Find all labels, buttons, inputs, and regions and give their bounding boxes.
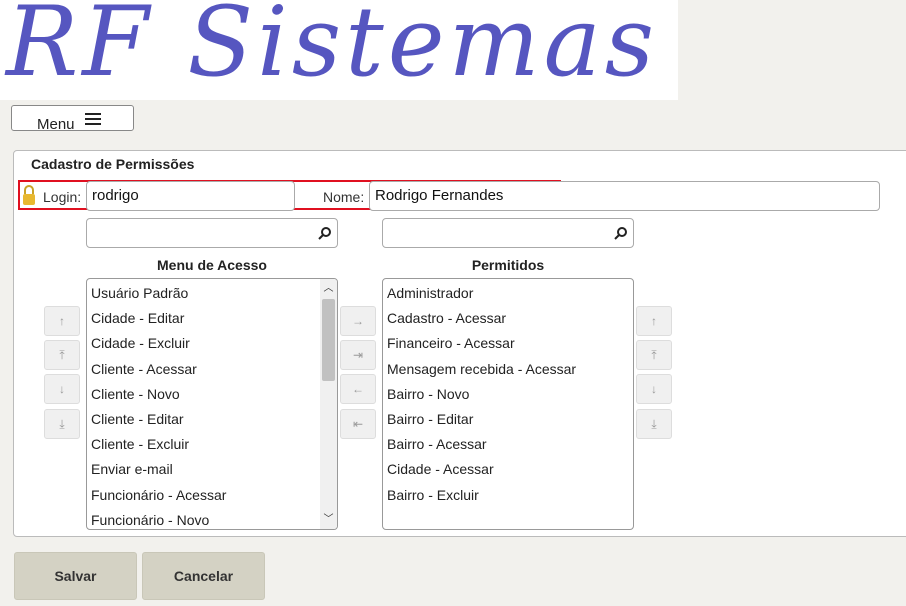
list-item[interactable]: Administrador xyxy=(387,281,633,306)
hamburger-icon xyxy=(85,113,101,128)
permissions-panel: Cadastro de Permissões Login: rodrigo No… xyxy=(13,150,906,537)
list-item[interactable]: Bairro - Acessar xyxy=(387,432,633,457)
list-item[interactable]: Funcionário - Acessar xyxy=(91,483,337,508)
cancel-button[interactable]: Cancelar xyxy=(142,552,265,600)
menu-label: Menu xyxy=(37,116,75,133)
logo-text: RF Sistemas xyxy=(6,0,659,98)
list-item[interactable]: Cliente - Acessar xyxy=(91,357,337,382)
logo: RF Sistemas xyxy=(0,0,678,100)
menu-search-input[interactable] xyxy=(86,218,338,248)
add-selected-button[interactable]: → xyxy=(340,306,376,336)
move-top-button[interactable]: ⤒ xyxy=(636,340,672,370)
list-item[interactable]: Usuário Padrão xyxy=(91,281,337,306)
search-icon xyxy=(318,227,331,240)
list-item[interactable]: Bairro - Editar xyxy=(387,407,633,432)
list-item[interactable]: Bairro - Excluir xyxy=(387,483,633,508)
nome-field[interactable]: Rodrigo Fernandes xyxy=(369,181,880,211)
nome-label: Nome: xyxy=(323,189,365,205)
list-item[interactable]: Enviar e-mail xyxy=(91,457,337,482)
list-item[interactable]: Cliente - Excluir xyxy=(91,432,337,457)
allowed-search-input[interactable] xyxy=(382,218,634,248)
list-item[interactable]: Financeiro - Acessar xyxy=(387,331,633,356)
move-down-button[interactable]: ↓ xyxy=(44,374,80,404)
scroll-up-icon[interactable]: ︿ xyxy=(320,280,337,297)
list-item[interactable]: Cliente - Novo xyxy=(91,382,337,407)
list-item[interactable]: Bairro - Novo xyxy=(387,382,633,407)
lock-icon xyxy=(23,185,35,205)
move-up-button[interactable]: ↑ xyxy=(636,306,672,336)
list-item[interactable]: Cadastro - Acessar xyxy=(387,306,633,331)
search-icon xyxy=(614,227,627,240)
list-item[interactable]: Cliente - Editar xyxy=(91,407,337,432)
scrollbar[interactable]: ︿ ﹀ xyxy=(320,279,337,529)
allowed-list[interactable]: Administrador Cadastro - Acessar Finance… xyxy=(382,278,634,530)
move-top-button[interactable]: ⤒ xyxy=(44,340,80,370)
list-item[interactable]: Funcionário - Novo xyxy=(91,508,337,529)
menu-access-list[interactable]: Usuário Padrão Cidade - Editar Cidade - … xyxy=(86,278,338,530)
add-all-button[interactable]: ⇥ xyxy=(340,340,376,370)
list-item[interactable]: Mensagem recebida - Acessar xyxy=(387,357,633,382)
scroll-thumb[interactable] xyxy=(322,299,335,381)
login-field[interactable]: rodrigo xyxy=(86,181,295,211)
menu-button[interactable]: Menu xyxy=(11,105,134,133)
save-button[interactable]: Salvar xyxy=(14,552,137,600)
move-bottom-button[interactable]: ⤓ xyxy=(44,409,80,439)
panel-title: Cadastro de Permissões xyxy=(31,156,195,172)
scroll-down-icon[interactable]: ﹀ xyxy=(320,511,337,528)
allowed-list-title: Permitidos xyxy=(471,257,545,273)
list-item[interactable]: Cidade - Editar xyxy=(91,306,337,331)
list-item[interactable]: Cidade - Acessar xyxy=(387,457,633,482)
move-up-button[interactable]: ↑ xyxy=(44,306,80,336)
remove-all-button[interactable]: ⇤ xyxy=(340,409,376,439)
login-label: Login: xyxy=(43,189,82,205)
move-down-button[interactable]: ↓ xyxy=(636,374,672,404)
move-bottom-button[interactable]: ⤓ xyxy=(636,409,672,439)
menu-list-title: Menu de Acesso xyxy=(157,257,267,273)
list-item[interactable]: Cidade - Excluir xyxy=(91,331,337,356)
remove-selected-button[interactable]: ← xyxy=(340,374,376,404)
